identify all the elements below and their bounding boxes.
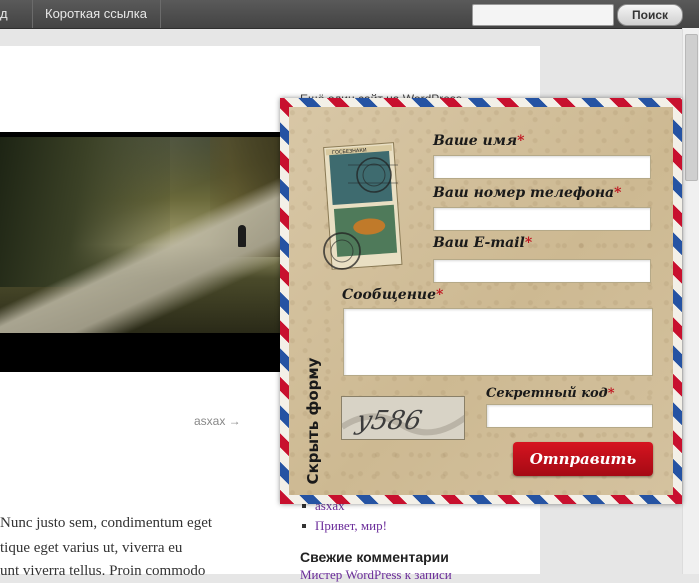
submit-button[interactable]: Отправить bbox=[513, 442, 653, 476]
email-field[interactable] bbox=[433, 259, 651, 283]
hide-form-tab[interactable]: Скрыть форму bbox=[301, 357, 325, 485]
hide-form-label: Скрыть форму bbox=[304, 357, 322, 485]
sidebar-post-link[interactable]: Привет, мир! bbox=[315, 518, 387, 533]
admin-bar: д Короткая ссылка Поиск bbox=[0, 0, 699, 29]
phone-field[interactable] bbox=[433, 207, 651, 231]
post-text-line: tique eget varius ut, viverra eu bbox=[0, 540, 183, 556]
adminbar-separator bbox=[160, 0, 161, 28]
captcha-image: y586 bbox=[341, 396, 465, 440]
next-post-link[interactable]: asxax → bbox=[194, 414, 241, 428]
name-field[interactable] bbox=[433, 155, 651, 179]
search-input[interactable] bbox=[472, 4, 614, 26]
walking-figure bbox=[238, 225, 246, 247]
captcha-text: y586 bbox=[353, 406, 425, 436]
secret-code-field[interactable] bbox=[486, 404, 653, 428]
search-button[interactable]: Поиск bbox=[617, 4, 683, 26]
adminbar-separator bbox=[32, 0, 33, 28]
adminbar-menu-item[interactable]: д bbox=[0, 0, 8, 28]
list-item: Привет, мир! bbox=[300, 516, 387, 536]
postage-stamp-icon: ГОСБЕЗНАКИ bbox=[323, 142, 403, 270]
shortlink-menu-item[interactable]: Короткая ссылка bbox=[45, 0, 147, 28]
message-textarea[interactable] bbox=[343, 308, 653, 376]
recent-comments-heading: Свежие комментарии bbox=[300, 549, 449, 565]
contact-form-envelope: ГОСБЕЗНАКИ Ваше имя* Ваш номер телефона*… bbox=[280, 98, 682, 504]
post-text-line: unt viverra tellus. Proin commodo bbox=[0, 563, 206, 579]
scrollbar-thumb[interactable] bbox=[685, 34, 698, 181]
envelope-paper: ГОСБЕЗНАКИ Ваше имя* Ваш номер телефона*… bbox=[289, 107, 673, 495]
email-label: Ваш E-mail* bbox=[433, 235, 533, 251]
name-label: Ваше имя* bbox=[433, 133, 525, 149]
header-image bbox=[0, 137, 283, 333]
secret-code-label: Секретный код* bbox=[486, 386, 615, 401]
phone-label: Ваш номер телефона* bbox=[433, 185, 622, 201]
recent-comment-link[interactable]: Мистер WordPress к записи bbox=[300, 567, 452, 583]
message-label: Сообщение* bbox=[342, 287, 444, 303]
post-text-line: Nunc justo sem, condimentum eget bbox=[0, 515, 213, 531]
